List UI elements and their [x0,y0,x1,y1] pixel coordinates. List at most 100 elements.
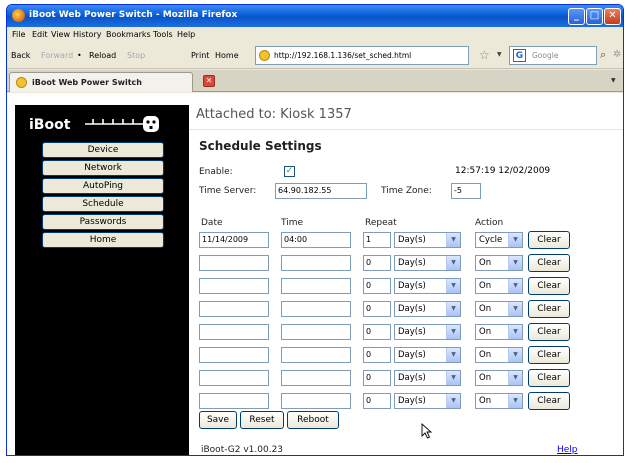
search-icon[interactable]: ⌕ [600,48,606,62]
close-tab-icon[interactable]: ✕ [203,75,215,87]
nav-passwords-button[interactable]: Passwords [42,214,164,230]
nav-autoping-button[interactable]: AutoPing [42,178,164,194]
time-input[interactable] [281,255,351,271]
reload-button[interactable]: Reload [89,51,116,60]
search-box[interactable]: G Google [509,46,597,65]
menu-help[interactable]: Help [177,30,195,39]
forward-button[interactable]: Forward [41,51,73,60]
date-input[interactable] [199,255,269,271]
repeat-unit-select[interactable]: Day(s) ▼ [394,324,461,340]
date-input[interactable] [199,393,269,409]
menu-bar: File Edit View History Bookmarks Tools H… [7,27,623,43]
chevron-down-icon: ▼ [508,371,522,385]
repeat-count-input[interactable]: 0 [363,370,391,386]
nav-device-button[interactable]: Device [42,142,164,158]
clear-button[interactable]: Clear [528,254,570,272]
stop-button[interactable]: Stop [127,51,145,60]
time-server-input[interactable]: 64.90.182.55 [275,183,367,199]
clear-button[interactable]: Clear [528,300,570,318]
date-input[interactable]: 11/14/2009 [199,232,269,248]
chevron-down-icon: ▼ [508,279,522,293]
menu-edit[interactable]: Edit [32,30,48,39]
action-select[interactable]: On ▼ [475,324,523,340]
repeat-unit-select[interactable]: Day(s) ▼ [394,232,461,248]
clear-button[interactable]: Clear [528,231,570,249]
repeat-unit-select[interactable]: Day(s) ▼ [394,370,461,386]
time-input[interactable] [281,347,351,363]
action-select[interactable]: On ▼ [475,393,523,409]
time-zone-input[interactable]: -5 [451,183,481,199]
current-datetime: 12:57:19 12/02/2009 [455,166,551,176]
close-window-button[interactable]: ✕ [604,8,621,25]
repeat-count-input[interactable]: 0 [363,393,391,409]
time-input[interactable] [281,370,351,386]
chevron-down-icon: ▼ [508,302,522,316]
repeat-count-input[interactable]: 0 [363,301,391,317]
clear-button[interactable]: Clear [528,323,570,341]
nav-network-button[interactable]: Network [42,160,164,176]
action-value: On [479,396,492,406]
action-select[interactable]: On ▼ [475,255,523,271]
date-input[interactable] [199,278,269,294]
action-select[interactable]: On ▼ [475,347,523,363]
time-input[interactable] [281,301,351,317]
minimize-button[interactable]: _ [568,8,585,25]
url-bar[interactable]: http://192.168.1.136/set_sched.html [255,46,469,65]
action-select[interactable]: Cycle ▼ [475,232,523,248]
nav-home-button[interactable]: Home [42,232,164,248]
repeat-unit-select[interactable]: Day(s) ▼ [394,255,461,271]
repeat-count-input[interactable]: 0 [363,255,391,271]
menu-view[interactable]: View [51,30,70,39]
main-panel: Attached to: Kiosk 1357 Schedule Setting… [189,93,623,455]
repeat-count-input[interactable]: 0 [363,324,391,340]
bookmark-star-icon[interactable]: ☆ [479,48,490,62]
repeat-count-input[interactable]: 0 [363,347,391,363]
time-input[interactable]: 04:00 [281,232,351,248]
enable-checkbox[interactable]: ✓ [284,166,295,177]
print-button[interactable]: Print [191,51,209,60]
action-select[interactable]: On ▼ [475,370,523,386]
date-input[interactable] [199,324,269,340]
repeat-unit-value: Day(s) [398,258,426,268]
google-icon[interactable]: G [513,49,526,62]
history-dropdown-icon[interactable]: • [77,51,82,60]
tab-list-dropdown-icon[interactable]: ▼ [611,77,616,84]
time-input[interactable] [281,278,351,294]
date-input[interactable] [199,370,269,386]
menu-file[interactable]: File [12,30,25,39]
time-input[interactable] [281,324,351,340]
help-link[interactable]: Help [557,445,578,455]
maximize-button[interactable]: □ [586,8,603,25]
save-button[interactable]: Save [199,411,237,429]
time-input[interactable] [281,393,351,409]
tab-iboot[interactable]: iBoot Web Power Switch [9,72,193,92]
home-button[interactable]: Home [215,51,239,60]
clear-button[interactable]: Clear [528,346,570,364]
menu-bookmarks[interactable]: Bookmarks [106,30,151,39]
reset-button[interactable]: Reset [240,411,284,429]
repeat-count-input[interactable]: 1 [363,232,391,248]
action-select[interactable]: On ▼ [475,301,523,317]
clear-button[interactable]: Clear [528,392,570,410]
back-button[interactable]: Back [11,51,30,60]
repeat-unit-select[interactable]: Day(s) ▼ [394,347,461,363]
repeat-unit-select[interactable]: Day(s) ▼ [394,393,461,409]
action-value: On [479,281,492,291]
action-select[interactable]: On ▼ [475,278,523,294]
action-value: On [479,327,492,337]
chevron-down-icon: ▼ [446,394,460,408]
menu-history[interactable]: History [73,30,101,39]
reboot-button[interactable]: Reboot [287,411,339,429]
page-title: Schedule Settings [199,139,322,153]
date-input[interactable] [199,347,269,363]
date-input[interactable] [199,301,269,317]
repeat-unit-select[interactable]: Day(s) ▼ [394,278,461,294]
url-dropdown-icon[interactable]: ▼ [497,51,502,58]
repeat-count-input[interactable]: 0 [363,278,391,294]
menu-tools[interactable]: Tools [153,30,173,39]
nav-schedule-button[interactable]: Schedule [42,196,164,212]
clear-button[interactable]: Clear [528,369,570,387]
repeat-unit-select[interactable]: Day(s) ▼ [394,301,461,317]
clear-button[interactable]: Clear [528,277,570,295]
browser-window: iBoot Web Power Switch - Mozilla Firefox… [6,4,624,456]
